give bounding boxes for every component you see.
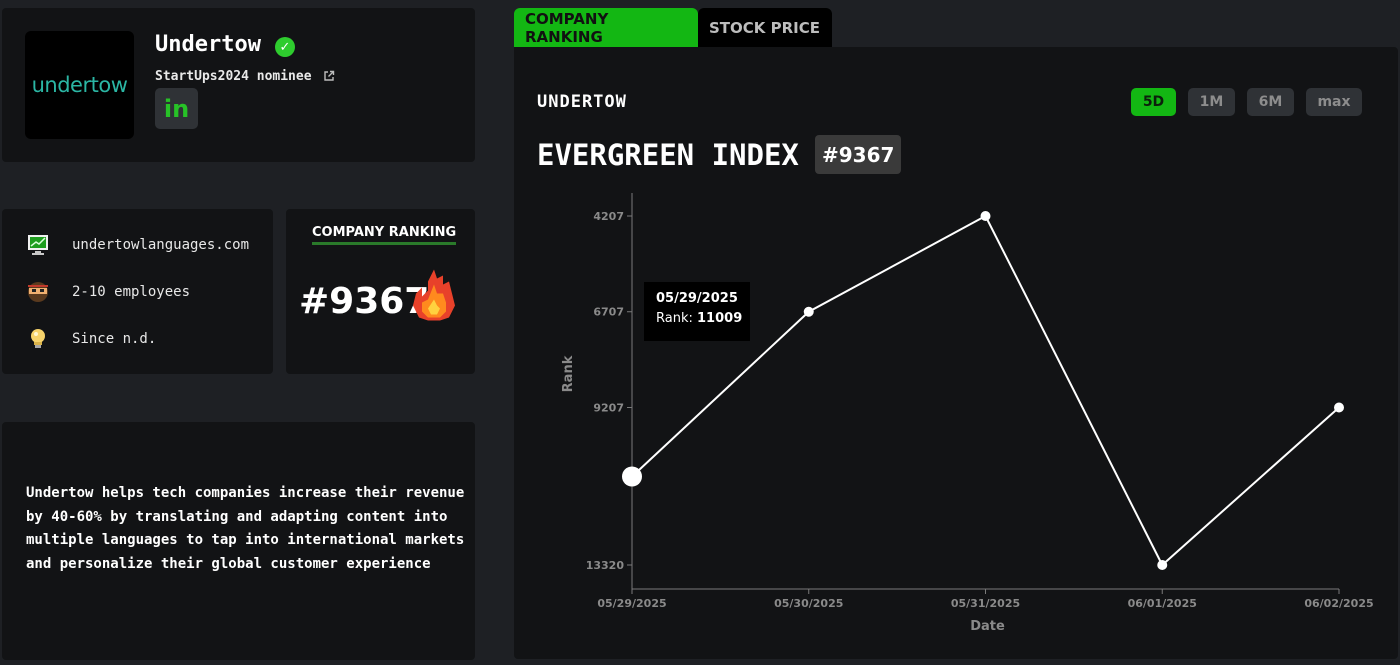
y-tick-label: 9207 bbox=[593, 401, 624, 414]
company-info-card: undertowlanguages.com 2-10 employees Sin… bbox=[2, 209, 273, 374]
ranking-value: #9367 bbox=[299, 281, 430, 322]
rank-line-chart[interactable]: 4207 6707 9207 13320 05/29/2025 05/30/2025 05/… bbox=[514, 47, 1398, 659]
x-tick-label: 06/01/2025 bbox=[1128, 597, 1197, 610]
ranking-heading: COMPANY RANKING bbox=[312, 225, 457, 245]
company-logo: undertow bbox=[25, 31, 134, 139]
y-tick-label: 4207 bbox=[593, 210, 624, 223]
lightbulb-icon bbox=[31, 329, 45, 348]
linkedin-icon: in bbox=[163, 94, 190, 123]
tooltip-rank: Rank: 11009 bbox=[656, 311, 750, 326]
y-tick-label: 6707 bbox=[593, 306, 624, 319]
data-point-active bbox=[622, 466, 642, 487]
website-row[interactable]: undertowlanguages.com bbox=[26, 234, 249, 256]
linkedin-button[interactable]: in bbox=[155, 88, 198, 129]
tooltip-rank-label: Rank: bbox=[656, 311, 693, 326]
employees-row: 2-10 employees bbox=[26, 281, 190, 303]
ninja-icon bbox=[28, 282, 48, 302]
x-tick-label: 05/29/2025 bbox=[597, 597, 666, 610]
employees-count: 2-10 employees bbox=[72, 284, 191, 300]
description-card: Undertow helps tech companies increase t… bbox=[2, 422, 475, 660]
data-point bbox=[1334, 402, 1344, 413]
y-tick-label: 13320 bbox=[586, 559, 625, 572]
x-tick-label: 05/30/2025 bbox=[774, 597, 843, 610]
data-point bbox=[980, 211, 991, 221]
tab-company-ranking[interactable]: COMPANY RANKING bbox=[514, 8, 698, 48]
company-description: Undertow helps tech companies increase t… bbox=[26, 485, 465, 572]
tooltip-date: 05/29/2025 bbox=[656, 291, 738, 306]
company-name: Undertow bbox=[155, 32, 261, 57]
monitor-icon bbox=[28, 235, 48, 255]
company-logo-text: undertow bbox=[31, 73, 128, 97]
nominee-label: StartUps2024 nominee bbox=[155, 69, 312, 84]
tab-stock-price[interactable]: STOCK PRICE bbox=[698, 8, 832, 48]
founded-row: Since n.d. bbox=[26, 328, 156, 350]
x-tick-label: 06/02/2025 bbox=[1304, 597, 1373, 610]
y-axis-title: Rank bbox=[561, 355, 576, 392]
ranking-card: COMPANY RANKING #9367 bbox=[286, 209, 475, 374]
x-tick-label: 05/31/2025 bbox=[951, 597, 1020, 610]
verified-check-icon: ✓ bbox=[275, 37, 295, 57]
website-link[interactable]: undertowlanguages.com bbox=[72, 237, 249, 253]
data-point bbox=[1157, 560, 1168, 570]
fire-icon bbox=[413, 269, 455, 321]
x-axis-title: Date bbox=[970, 619, 1005, 634]
external-link-icon[interactable] bbox=[323, 70, 335, 82]
chart-tooltip: 05/29/2025 Rank: 11009 bbox=[644, 282, 750, 341]
founded-year: Since n.d. bbox=[72, 331, 157, 347]
tooltip-rank-value: 11009 bbox=[697, 311, 743, 326]
data-point bbox=[803, 306, 814, 317]
series-line bbox=[631, 214, 1340, 567]
